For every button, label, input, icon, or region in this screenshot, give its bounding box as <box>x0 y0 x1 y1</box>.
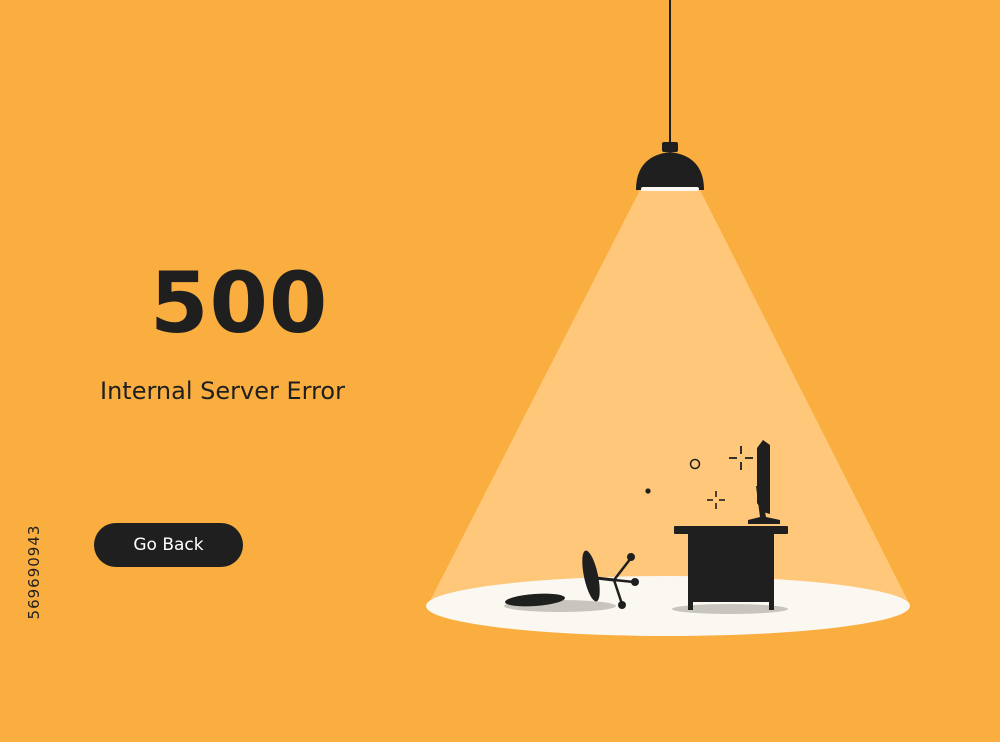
desk-icon <box>674 526 788 610</box>
chair-wheel-3 <box>618 601 626 609</box>
lamp-cap <box>662 142 678 152</box>
desk-top <box>674 526 788 534</box>
error-code: 500 <box>150 254 329 352</box>
chair-wheel-2 <box>631 578 639 586</box>
sparkle-dot <box>645 488 651 494</box>
chair-post <box>595 576 615 582</box>
go-back-button[interactable]: Go Back <box>94 523 243 567</box>
chair-wheel-1 <box>627 553 635 561</box>
desk-leg-left <box>688 600 693 610</box>
desk-body <box>688 534 774 602</box>
error-message: Internal Server Error <box>100 377 345 405</box>
stock-id-watermark: 569690943 <box>25 524 43 620</box>
floor-light <box>426 576 910 636</box>
monitor-base <box>748 520 780 524</box>
error-page: 500 Internal Server Error Go Back 569690… <box>0 0 1000 742</box>
error-illustration <box>0 0 1000 742</box>
page-background <box>0 0 1000 742</box>
desk-leg-right <box>769 600 774 610</box>
lamp-glow <box>641 187 699 191</box>
